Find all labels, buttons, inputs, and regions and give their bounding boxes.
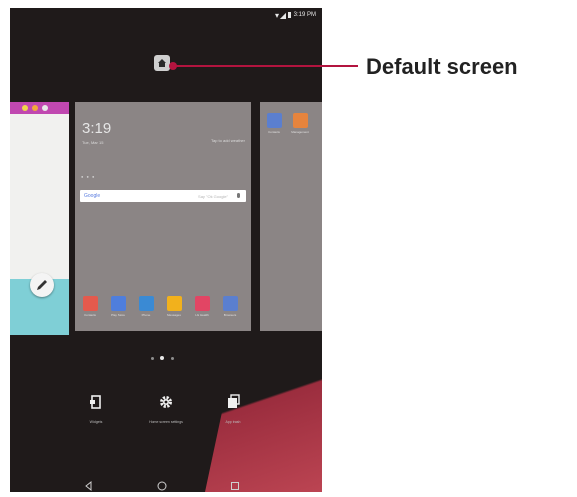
page-dot[interactable]	[171, 357, 174, 360]
callout-line	[172, 65, 358, 67]
home-circle-icon	[157, 481, 167, 491]
default-home-badge[interactable]	[154, 55, 170, 71]
mic-icon	[237, 193, 240, 198]
dock-apps: Contacts Play Store Phone Messages LG He…	[78, 296, 248, 326]
recents-icon	[231, 482, 239, 490]
navigation-bar	[10, 478, 322, 492]
callout-label: Default screen	[366, 54, 518, 79]
signal-icon: ◢	[279, 11, 286, 20]
app-trash-label: App trash	[225, 420, 241, 424]
home-page-preview-default[interactable]: 3:19 Tue, Mar 15 Tap to add weather ● ● …	[75, 102, 251, 331]
wifi-icon: ▾	[274, 11, 279, 20]
page-dot-active[interactable]	[160, 356, 164, 360]
home-icon	[158, 59, 166, 67]
page-indicator	[150, 355, 180, 363]
app-icon: LG Health	[192, 296, 212, 317]
home-screen-settings-button[interactable]: Home screen settings	[141, 394, 191, 425]
home-page-preview-right[interactable]: Contacts Management	[260, 102, 322, 331]
app-icon: Management	[290, 113, 310, 134]
google-logo: Google	[84, 193, 101, 199]
widgets-button[interactable]: Widgets	[71, 394, 121, 425]
google-search-bar: Google Say "Ok Google"	[80, 190, 246, 202]
mini-page-dots: ● ● ●	[81, 174, 96, 179]
app-icon: Play Store	[108, 296, 128, 317]
app-icon: Contacts	[264, 113, 284, 134]
back-button[interactable]	[83, 479, 95, 492]
home-screen-settings-label: Home screen settings	[149, 420, 183, 424]
pen-button[interactable]	[30, 273, 54, 297]
clock-date: Tue, Mar 15	[82, 140, 104, 145]
page-dot[interactable]	[151, 357, 154, 360]
back-icon	[85, 480, 92, 492]
recents-button[interactable]	[229, 479, 241, 491]
tool-icon	[42, 105, 48, 111]
app-icon: Messages	[164, 296, 184, 317]
home-screen-edit-view: ▾ ◢ 3:19 PM 3:19 Tue, Mar 15 Tap to add …	[10, 8, 322, 492]
gear-icon	[158, 394, 174, 410]
status-time: 3:19 PM	[293, 12, 316, 18]
app-icon: Contacts	[80, 296, 100, 317]
clock-time: 3:19	[82, 120, 112, 137]
home-button[interactable]	[156, 479, 168, 491]
app-icon: Phone	[136, 296, 156, 317]
tool-icon	[22, 105, 28, 111]
toolbar-strip	[10, 102, 69, 114]
app-trash-icon	[225, 394, 241, 410]
home-page-preview-left[interactable]	[10, 102, 69, 335]
pen-icon	[37, 280, 47, 290]
app-trash-button[interactable]: App trash	[208, 394, 258, 425]
weather-widget: Tap to add weather	[210, 138, 245, 143]
search-hint: Say "Ok Google"	[198, 194, 228, 199]
status-bar: ▾ ◢ 3:19 PM	[10, 8, 322, 24]
battery-icon	[288, 12, 291, 18]
tool-icon	[32, 105, 38, 111]
widgets-icon	[88, 394, 104, 410]
app-icon: Browsers	[220, 296, 240, 317]
widgets-label: Widgets	[89, 420, 103, 424]
